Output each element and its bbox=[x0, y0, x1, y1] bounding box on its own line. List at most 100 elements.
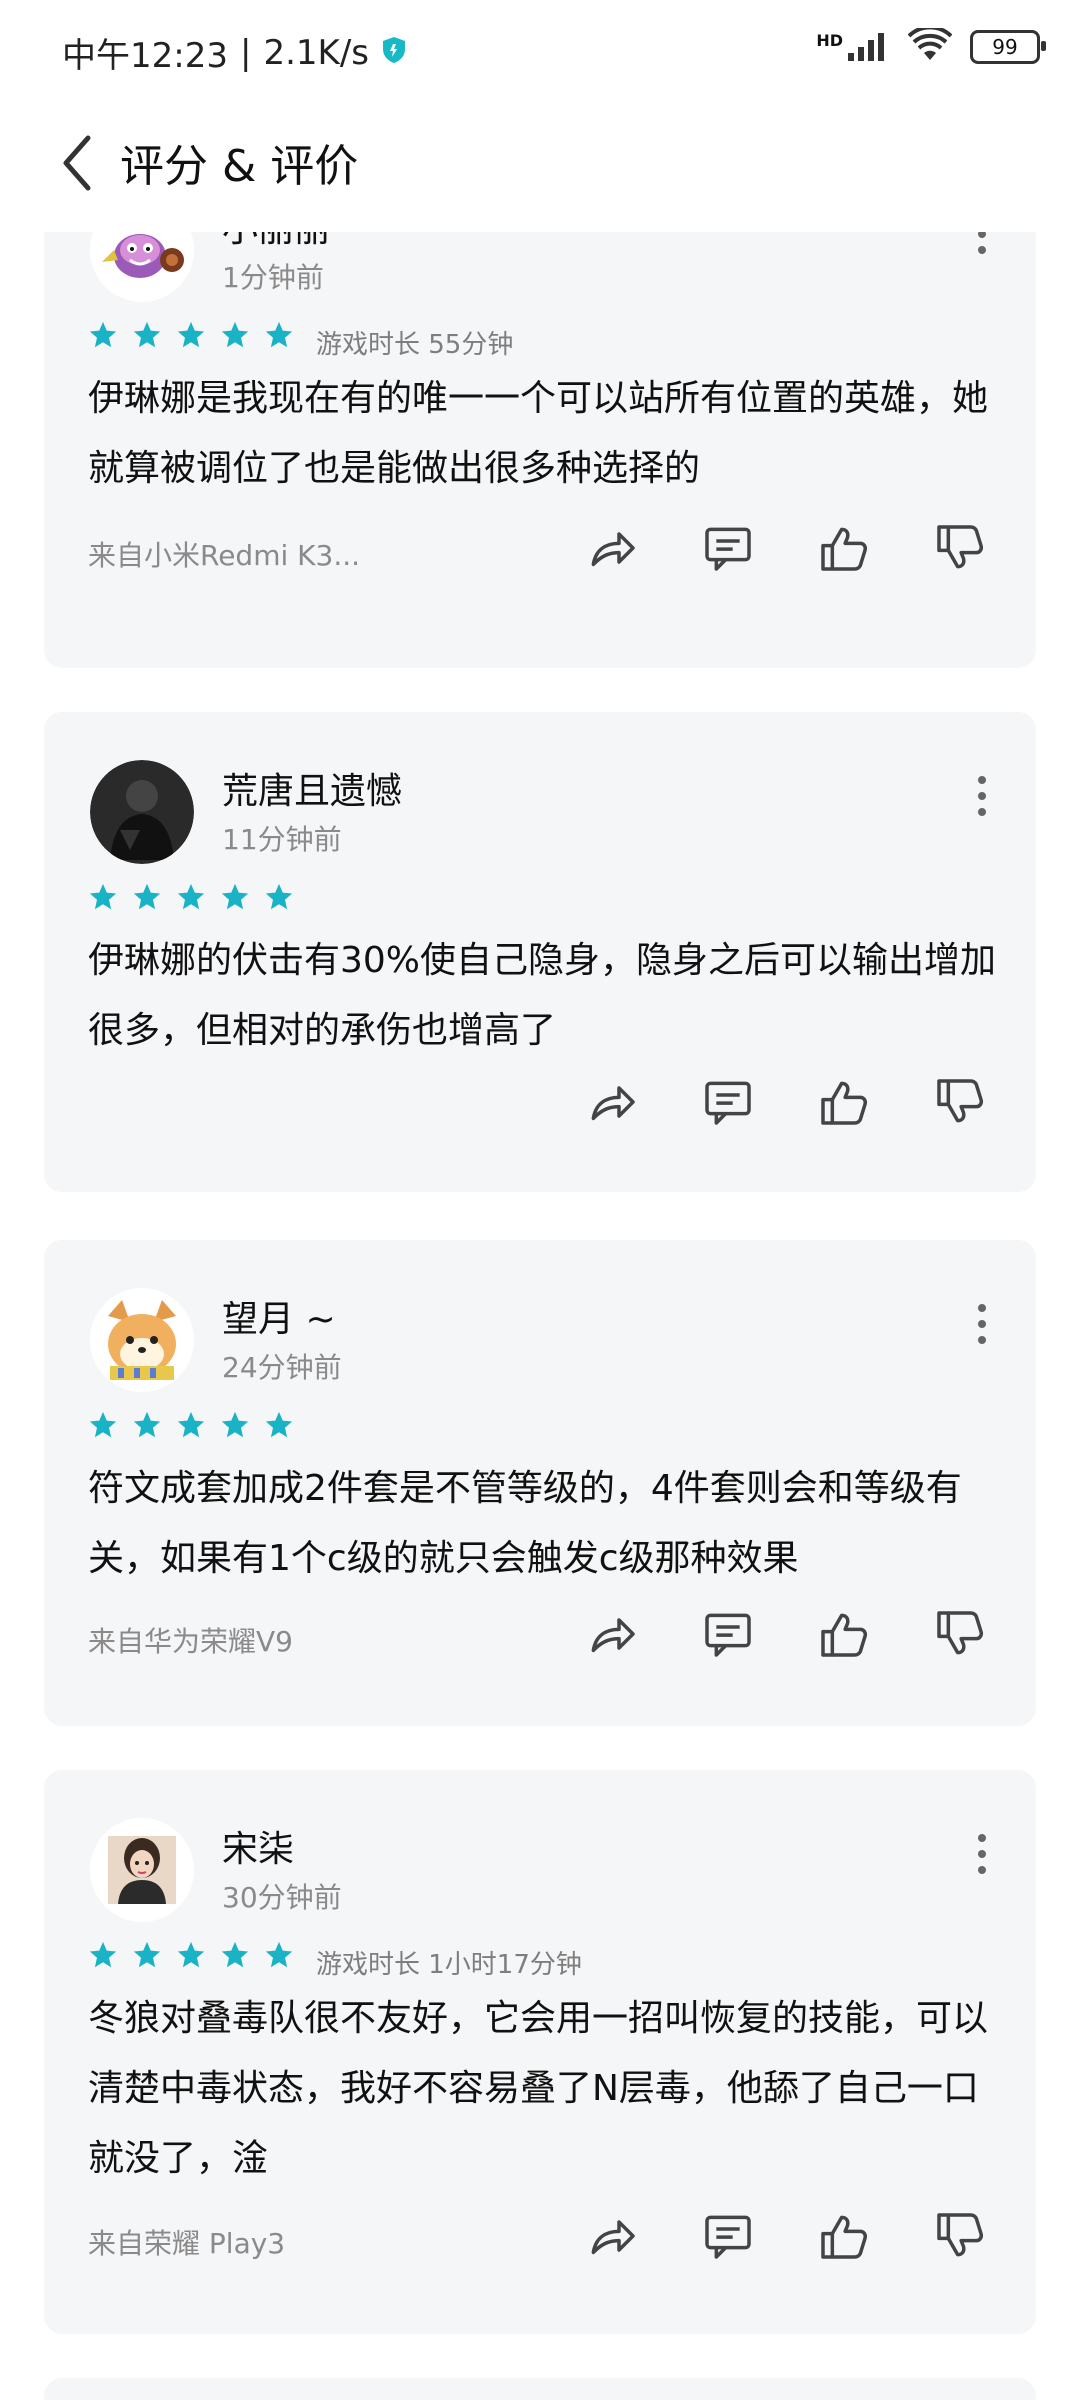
reviewer-name: 小丽丽 bbox=[222, 232, 330, 252]
avatar[interactable] bbox=[90, 1288, 194, 1392]
share-icon bbox=[584, 1606, 640, 1666]
avatar[interactable] bbox=[90, 1818, 194, 1922]
like-button[interactable] bbox=[814, 520, 874, 580]
share-icon bbox=[584, 2208, 640, 2268]
star-icon bbox=[264, 1940, 294, 1974]
avatar[interactable] bbox=[90, 760, 194, 864]
comment-button[interactable] bbox=[698, 520, 758, 580]
more-options-icon[interactable] bbox=[976, 1832, 988, 1876]
star-icon bbox=[264, 320, 294, 354]
status-left: 中午12:23 | 2.1K/s bbox=[62, 28, 407, 77]
star-icon bbox=[264, 882, 294, 916]
review-text: 伊琳娜的伏击有30%使自己隐身，隐身之后可以输出增加很多，但相对的承伤也增高了 bbox=[88, 940, 997, 1051]
dislike-button[interactable] bbox=[930, 520, 990, 580]
star-icon bbox=[132, 1410, 162, 1444]
review-card: 荒唐且遗憾 11分钟前 伊琳娜的伏击有30%使自己隐身，隐身之后可以输出增加很多… bbox=[44, 712, 1036, 1192]
star-icon bbox=[220, 320, 250, 354]
review-actions bbox=[582, 2208, 990, 2268]
device-info: 来自荣耀 Play3 bbox=[88, 2227, 286, 2260]
review-card: 望月 ~ 24分钟前 符文成套加成2件套是不管等级的，4件套则会和等级有关，如果… bbox=[44, 1240, 1036, 1726]
star-icon bbox=[176, 1940, 206, 1974]
thumbs-up-icon bbox=[816, 2208, 872, 2268]
share-button[interactable] bbox=[582, 1606, 642, 1666]
play-time: 游戏时长 55分钟 bbox=[316, 330, 514, 360]
device-info: 来自华为荣耀V9 bbox=[88, 1625, 293, 1658]
avatar[interactable] bbox=[90, 232, 194, 302]
reviewer-name: 荒唐且遗憾 bbox=[222, 771, 403, 812]
thumbs-up-icon bbox=[816, 520, 872, 580]
wifi-icon bbox=[907, 25, 953, 66]
star-icon bbox=[132, 1940, 162, 1974]
review-card bbox=[44, 2378, 1036, 2400]
more-options-icon[interactable] bbox=[976, 232, 988, 256]
review-actions bbox=[582, 520, 990, 580]
dislike-button[interactable] bbox=[930, 2208, 990, 2268]
review-text: 伊琳娜是我现在有的唯一一个可以站所有位置的英雄，她就算被调位了也是能做出很多种选… bbox=[88, 378, 989, 489]
review-time: 30分钟前 bbox=[222, 1881, 342, 1914]
comment-button[interactable] bbox=[698, 2208, 758, 2268]
security-shield-icon bbox=[381, 33, 407, 73]
star-icon bbox=[176, 882, 206, 916]
star-icon bbox=[88, 320, 118, 354]
star-icon bbox=[264, 1410, 294, 1444]
reviewer-name: 宋柒 bbox=[222, 1829, 295, 1870]
comment-button[interactable] bbox=[698, 1606, 758, 1666]
thumbs-down-icon bbox=[932, 2208, 988, 2268]
review-actions bbox=[582, 1074, 990, 1134]
page-title: 评分 & 评价 bbox=[120, 141, 359, 192]
battery-icon: 99 bbox=[970, 30, 1046, 64]
device-info: 来自小米Redmi K3... bbox=[88, 539, 361, 572]
review-card: 小丽丽 1分钟前 游戏时长 55分钟 伊琳娜是我现在有的唯一一个可以站所有位置的… bbox=[44, 232, 1036, 668]
top-bar: 评分 & 评价 bbox=[0, 100, 1080, 232]
review-card: 宋柒 30分钟前 游戏时长 1小时17分钟 冬狼对叠毒队很不友好，它会用一招叫恢… bbox=[44, 1770, 1036, 2334]
star-icon bbox=[176, 320, 206, 354]
star-rating bbox=[88, 1940, 294, 1974]
share-button[interactable] bbox=[582, 2208, 642, 2268]
star-icon bbox=[88, 882, 118, 916]
review-time: 1分钟前 bbox=[222, 261, 324, 294]
like-button[interactable] bbox=[814, 2208, 874, 2268]
thumbs-down-icon bbox=[932, 520, 988, 580]
comment-icon bbox=[700, 2208, 756, 2268]
comment-button[interactable] bbox=[698, 1074, 758, 1134]
dislike-button[interactable] bbox=[930, 1606, 990, 1666]
star-rating bbox=[88, 882, 294, 916]
network-speed: 2.1K/s bbox=[263, 32, 369, 73]
like-button[interactable] bbox=[814, 1606, 874, 1666]
hd-icon: HD bbox=[816, 31, 843, 50]
star-rating bbox=[88, 1410, 294, 1444]
dislike-button[interactable] bbox=[930, 1074, 990, 1134]
share-icon bbox=[584, 520, 640, 580]
chevron-left-icon bbox=[63, 135, 91, 191]
review-time: 11分钟前 bbox=[222, 823, 342, 856]
back-button[interactable] bbox=[58, 128, 108, 198]
status-bar: 中午12:23 | 2.1K/s HD 99 bbox=[0, 0, 1080, 100]
thumbs-up-icon bbox=[816, 1074, 872, 1134]
review-text: 符文成套加成2件套是不管等级的，4件套则会和等级有关，如果有1个c级的就只会触发… bbox=[88, 1468, 962, 1579]
star-icon bbox=[88, 1410, 118, 1444]
share-button[interactable] bbox=[582, 1074, 642, 1134]
status-right: HD 99 bbox=[816, 25, 1046, 66]
star-icon bbox=[132, 320, 162, 354]
review-list[interactable]: 小丽丽 1分钟前 游戏时长 55分钟 伊琳娜是我现在有的唯一一个可以站所有位置的… bbox=[0, 232, 1080, 2400]
star-icon bbox=[176, 1410, 206, 1444]
star-icon bbox=[220, 1940, 250, 1974]
thumbs-down-icon bbox=[932, 1606, 988, 1666]
star-icon bbox=[220, 882, 250, 916]
review-time: 24分钟前 bbox=[222, 1351, 342, 1384]
more-options-icon[interactable] bbox=[976, 774, 988, 818]
star-icon bbox=[88, 1940, 118, 1974]
share-button[interactable] bbox=[582, 520, 642, 580]
divider: | bbox=[239, 32, 252, 73]
like-button[interactable] bbox=[814, 1074, 874, 1134]
more-options-icon[interactable] bbox=[976, 1302, 988, 1346]
play-time: 游戏时长 1小时17分钟 bbox=[316, 1950, 582, 1980]
star-icon bbox=[220, 1410, 250, 1444]
battery-level: 99 bbox=[992, 35, 1018, 59]
star-icon bbox=[132, 882, 162, 916]
reviewer-name: 望月 ~ bbox=[222, 1299, 336, 1340]
comment-icon bbox=[700, 1606, 756, 1666]
star-rating bbox=[88, 320, 294, 354]
clock: 中午12:23 bbox=[62, 36, 228, 76]
review-text: 冬狼对叠毒队很不友好，它会用一招叫恢复的技能，可以清楚中毒状态，我好不容易叠了N… bbox=[88, 1998, 989, 2179]
